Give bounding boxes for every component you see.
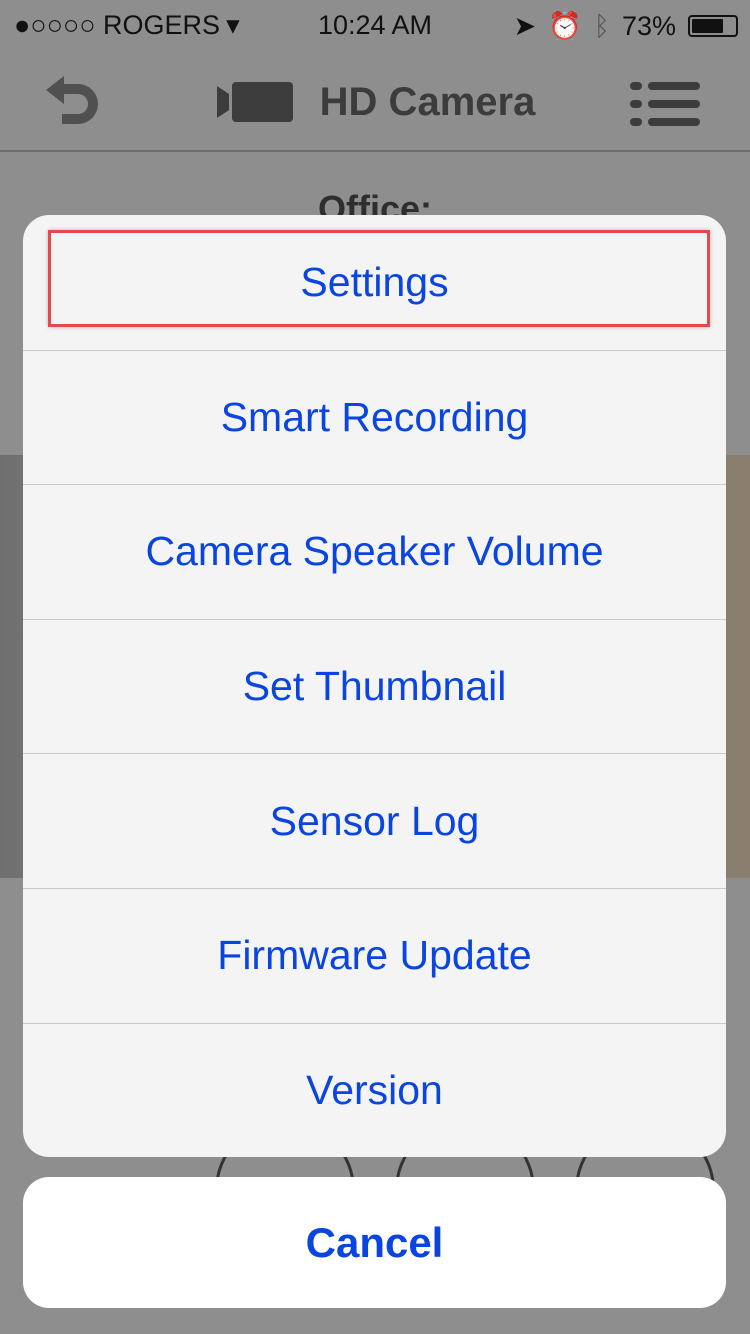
menu-item-version[interactable]: Version: [23, 1022, 726, 1157]
action-sheet: Settings Smart Recording Camera Speaker …: [23, 215, 726, 1157]
menu-item-camera-speaker-volume[interactable]: Camera Speaker Volume: [23, 484, 726, 619]
menu-icon[interactable]: [630, 82, 702, 126]
cancel-button[interactable]: Cancel: [23, 1177, 726, 1308]
menu-item-smart-recording[interactable]: Smart Recording: [23, 349, 726, 485]
menu-item-sensor-log[interactable]: Sensor Log: [23, 753, 726, 888]
location-icon: ➤: [513, 10, 537, 41]
nav-bar: HD Camera: [0, 50, 750, 152]
menu-item-firmware-update[interactable]: Firmware Update: [23, 887, 726, 1023]
battery-icon: [688, 15, 738, 37]
menu-item-set-thumbnail[interactable]: Set Thumbnail: [23, 618, 726, 754]
battery-percent: 73%: [621, 10, 676, 41]
status-bar: ●○○○○ ROGERS ▾ 10:24 AM ➤ ⏰ ᛒ 73%: [0, 0, 750, 50]
highlight-box: [48, 230, 710, 327]
alarm-icon: ⏰: [548, 11, 582, 41]
bluetooth-icon: ᛒ: [593, 10, 610, 41]
